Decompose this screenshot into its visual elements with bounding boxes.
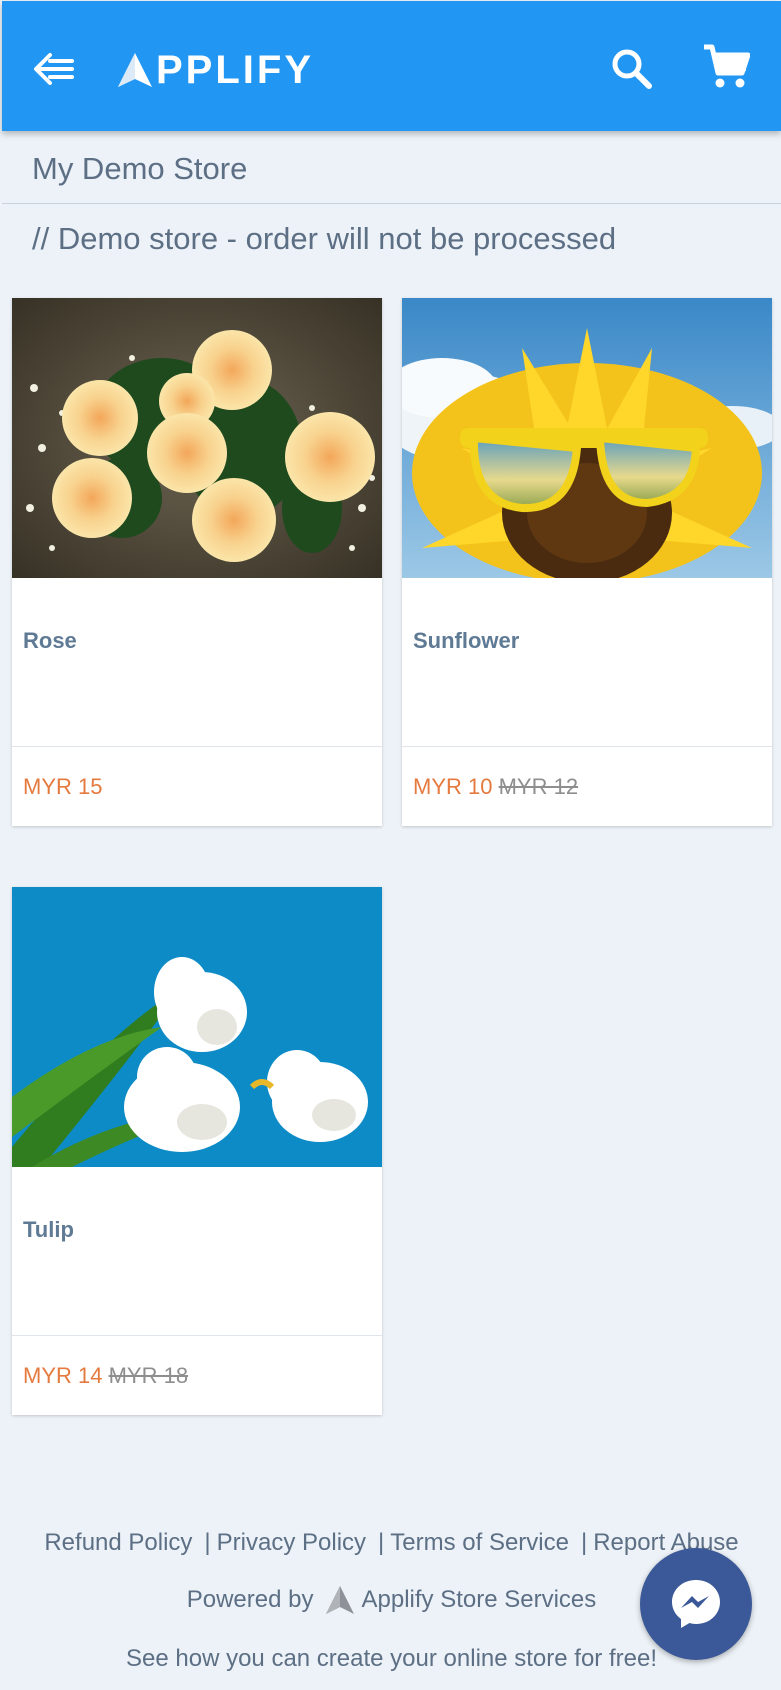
original-price: MYR 12 [498, 774, 579, 799]
refund-policy-link[interactable]: Refund Policy [44, 1529, 192, 1556]
applify-small-logo-icon [326, 1586, 355, 1614]
current-price: MYR 10 [413, 774, 493, 799]
messenger-chat-button[interactable] [640, 1548, 752, 1660]
current-price: MYR 15 [23, 774, 103, 799]
cart-icon [704, 44, 751, 88]
terms-of-service-link[interactable]: Terms of Service [390, 1529, 569, 1556]
product-name[interactable]: Tulip [23, 1217, 74, 1243]
messenger-icon [672, 1580, 720, 1628]
product-image-sunflower[interactable] [402, 298, 772, 578]
current-price: MYR 14 [23, 1363, 103, 1388]
product-price: MYR 15 [23, 774, 102, 800]
back-menu-icon [34, 53, 74, 85]
divider [2, 203, 781, 204]
page: PPLIFY My Demo Store // Demo store - ord… [2, 1, 781, 1689]
product-card-rose[interactable]: Rose MYR 15 [12, 298, 382, 826]
original-price: MYR 18 [108, 1363, 189, 1388]
store-name: My Demo Store [32, 151, 248, 186]
footer-links: Refund Policy | Privacy Policy | Terms of Se… [44, 1529, 739, 1556]
card-divider [12, 746, 382, 747]
product-price: MYR 10 MYR 12 [413, 774, 578, 800]
product-name[interactable]: Rose [23, 628, 77, 654]
product-name[interactable]: Sunflower [413, 628, 519, 654]
search-button[interactable] [610, 47, 654, 91]
logo-text: PPLIFY [156, 47, 315, 92]
demo-notice: // Demo store - order will not be proces… [32, 221, 617, 256]
search-icon [612, 49, 652, 89]
applify-logo-icon [118, 53, 152, 87]
product-card-sunflower[interactable]: Sunflower MYR 10 MYR 12 [402, 298, 772, 826]
back-menu-button[interactable] [32, 49, 80, 89]
powered-by-label: Powered by [186, 1586, 314, 1613]
powered-by-name[interactable]: Applify Store Services [361, 1586, 596, 1614]
product-card-tulip[interactable]: Tulip MYR 14 MYR 18 [12, 887, 382, 1415]
app-header: PPLIFY [2, 1, 781, 131]
product-image-rose[interactable] [12, 298, 382, 578]
product-price: MYR 14 MYR 18 [23, 1363, 188, 1389]
cart-button[interactable] [702, 43, 751, 91]
card-divider [12, 1335, 382, 1336]
card-divider [402, 746, 772, 747]
product-image-tulip[interactable] [12, 887, 382, 1167]
privacy-policy-link[interactable]: Privacy Policy [217, 1529, 366, 1556]
applify-logo[interactable]: PPLIFY [116, 45, 314, 95]
